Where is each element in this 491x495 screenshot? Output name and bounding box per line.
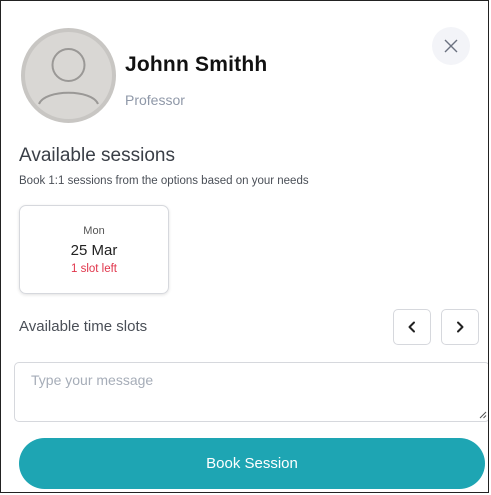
next-slots-button[interactable] (441, 309, 479, 345)
message-input[interactable] (14, 362, 488, 422)
profile-role: Professor (125, 92, 185, 108)
avatar (21, 28, 116, 123)
user-avatar-icon (38, 48, 99, 105)
date-card[interactable]: Mon 25 Mar 1 slot left (19, 205, 169, 294)
sessions-subtitle: Book 1:1 sessions from the options based… (19, 175, 309, 187)
prev-slots-button[interactable] (393, 309, 431, 345)
close-icon (444, 39, 458, 53)
close-button[interactable] (432, 27, 470, 65)
date-card-date: 25 Mar (70, 241, 118, 259)
time-slots-label: Available time slots (19, 318, 148, 335)
resize-grip-icon[interactable] (478, 410, 487, 419)
date-card-day: Mon (83, 224, 105, 237)
book-session-button[interactable]: Book Session (19, 438, 485, 489)
booking-modal: Johnn Smithh Professor Available session… (0, 0, 489, 493)
sessions-title: Available sessions (19, 145, 175, 166)
profile-name: Johnn Smithh (125, 53, 268, 76)
chevron-right-icon (457, 321, 464, 333)
chevron-left-icon (408, 321, 415, 333)
date-card-slots: 1 slot left (70, 262, 118, 275)
